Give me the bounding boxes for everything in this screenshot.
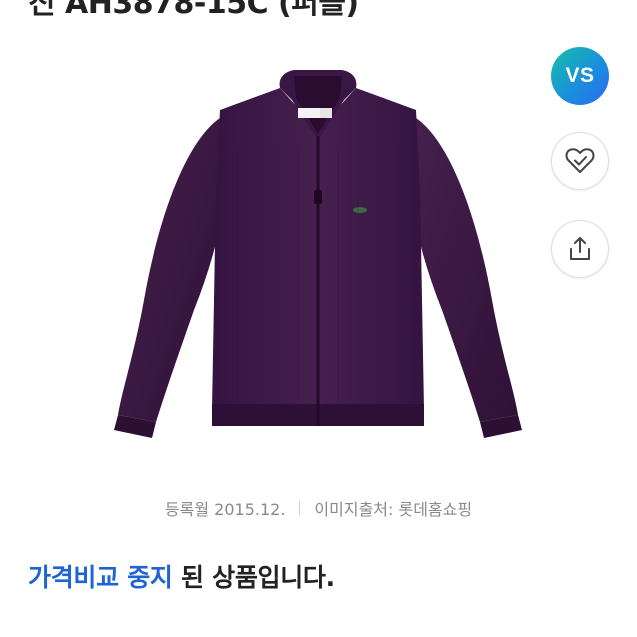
share-button[interactable] — [551, 220, 609, 278]
product-page: 진 AH3878-15C (퍼플) VS 등록월 2015.12. 이미지출처:… — [0, 0, 637, 637]
registered-date: 등록월 2015.12. — [164, 500, 286, 519]
product-title: 진 AH3878-15C (퍼플) — [28, 0, 359, 21]
image-source: 이미지출처: 롯데홈쇼핑 — [314, 500, 473, 519]
vs-label: VS — [565, 64, 595, 87]
share-icon — [570, 237, 590, 260]
price-compare-notice: 가격비교 중지 된 상품입니다. — [28, 558, 335, 594]
notice-highlight: 가격비교 중지 — [28, 563, 173, 592]
heart-check-icon — [565, 148, 595, 173]
vs-compare-button[interactable]: VS — [551, 47, 609, 105]
meta-divider — [299, 501, 301, 515]
notice-rest: 된 상품입니다. — [172, 563, 335, 592]
product-image — [108, 70, 528, 470]
product-meta: 등록월 2015.12. 이미지출처: 롯데홈쇼핑 — [0, 496, 637, 520]
wishlist-button[interactable] — [551, 132, 609, 190]
cardigan-illustration — [114, 70, 522, 438]
